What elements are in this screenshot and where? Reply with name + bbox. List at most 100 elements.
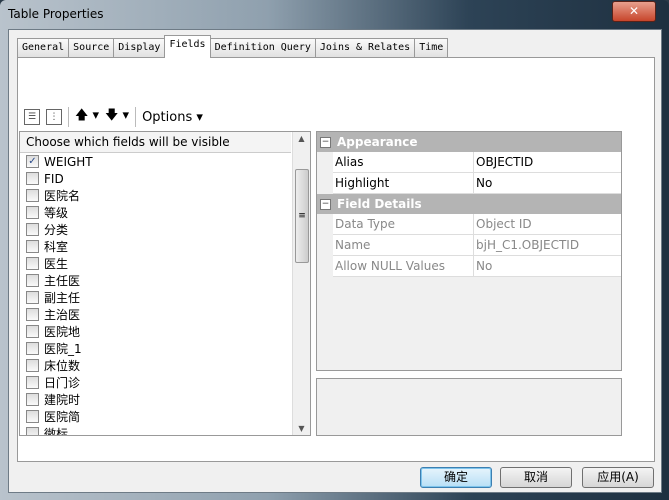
field-label: 等级 (44, 206, 69, 220)
list-header: Choose which fields will be visible (20, 132, 291, 153)
field-checkbox[interactable] (26, 342, 39, 355)
alias-value[interactable]: OBJECTID (474, 152, 533, 172)
hide-all-fields-icon[interactable]: ⋮ (46, 109, 62, 125)
field-label: 主任医 (44, 274, 81, 288)
property-row-data-type: Data Type Object ID (333, 214, 621, 235)
fields-list: Choose which fields will be visible ✓ WEI… (19, 131, 311, 436)
highlight-value[interactable]: No (474, 173, 492, 193)
field-checkbox[interactable] (26, 325, 39, 338)
dialog-window: Table Properties ✕ General Source Displa… (0, 0, 669, 500)
field-label: 建院时 (44, 393, 81, 407)
field-checkbox[interactable] (26, 257, 39, 270)
field-label: 主治医 (44, 308, 81, 322)
field-checkbox[interactable] (26, 206, 39, 219)
field-label: 医院名 (44, 189, 81, 203)
options-button[interactable]: Options ▾ (142, 110, 203, 125)
field-list-item[interactable]: 医院简 (20, 408, 310, 425)
field-list-item[interactable]: 床位数 (20, 357, 310, 374)
field-list-item[interactable]: 建院时 (20, 391, 310, 408)
property-key: Name (333, 235, 474, 255)
scroll-thumb[interactable]: ≡ (295, 169, 309, 263)
property-row-name: Name bjH_C1.OBJECTID (333, 235, 621, 256)
field-checkbox[interactable] (26, 291, 39, 304)
dialog-body: General Source Display Fields Definition… (8, 29, 662, 493)
tab-fields[interactable]: Fields (164, 35, 211, 58)
field-label: 床位数 (44, 359, 81, 373)
field-list-item[interactable]: ✓ WEIGHT (20, 153, 310, 170)
scrollbar[interactable]: ▲ ≡ ▼ (292, 132, 310, 435)
tab-display[interactable]: Display (113, 38, 166, 58)
field-list-item[interactable]: 医生 (20, 255, 310, 272)
field-label: 医院地 (44, 325, 81, 339)
scroll-up-icon[interactable]: ▲ (293, 134, 310, 143)
window-title: Table Properties (8, 7, 104, 21)
field-list-item[interactable]: 主治医 (20, 306, 310, 323)
field-label: 日门诊 (44, 376, 81, 390)
close-button[interactable]: ✕ (612, 1, 656, 22)
cancel-button[interactable]: 取消 (500, 467, 572, 488)
move-down-button[interactable]: 🡇 ▾ (105, 106, 129, 128)
category-field-details[interactable]: − Field Details (317, 194, 621, 214)
category-title: Field Details (337, 197, 422, 211)
category-title: Appearance (337, 135, 418, 149)
category-appearance[interactable]: − Appearance (317, 132, 621, 152)
ok-button[interactable]: 确定 (420, 467, 492, 488)
field-checkbox[interactable] (26, 410, 39, 423)
tab-general[interactable]: General (17, 38, 70, 58)
tab-time[interactable]: Time (414, 38, 449, 58)
field-list-item[interactable]: 副主任 (20, 289, 310, 306)
field-list-item[interactable]: FID (20, 170, 310, 187)
property-value: bjH_C1.OBJECTID (476, 238, 580, 252)
property-row-alias[interactable]: Alias OBJECTID (333, 152, 621, 173)
property-key: Highlight (333, 173, 474, 193)
apply-button[interactable]: 应用(A) (582, 467, 654, 488)
field-checkbox[interactable] (26, 427, 39, 435)
tab-definition-query[interactable]: Definition Query (209, 38, 316, 58)
move-up-button[interactable]: 🡅 ▾ (75, 106, 99, 128)
field-label: 医院简 (44, 410, 81, 424)
field-label: 科室 (44, 240, 69, 254)
field-list-item[interactable]: 微标 (20, 425, 310, 436)
field-label: WEIGHT (44, 154, 93, 169)
property-key: Alias (333, 152, 474, 172)
field-checkbox[interactable] (26, 393, 39, 406)
field-list-item[interactable]: 等级 (20, 204, 310, 221)
property-row-allow-null: Allow NULL Values No (333, 256, 621, 277)
description-panel (316, 378, 622, 436)
show-all-fields-icon[interactable]: ☰ (24, 109, 40, 125)
tab-joins-relates[interactable]: Joins & Relates (314, 38, 416, 58)
scroll-down-icon[interactable]: ▼ (293, 424, 310, 433)
field-label: 分类 (44, 223, 69, 237)
field-list-item[interactable]: 医院_1 (20, 340, 310, 357)
field-label: 微标 (44, 427, 69, 436)
field-label: FID (44, 171, 64, 186)
property-row-highlight[interactable]: Highlight No (333, 173, 621, 194)
field-checkbox[interactable] (26, 359, 39, 372)
separator (135, 107, 137, 127)
fields-page: ☰ ⋮ 🡅 ▾ 🡇 ▾ Options ▾ Choose which field… (17, 57, 655, 462)
collapse-icon[interactable]: − (320, 198, 331, 210)
field-list-item[interactable]: 分类 (20, 221, 310, 238)
toolbar: ☰ ⋮ 🡅 ▾ 🡇 ▾ Options ▾ (24, 106, 203, 128)
field-checkbox[interactable]: ✓ (26, 155, 39, 168)
separator (68, 107, 69, 127)
tab-bar: General Source Display Fields Definition… (17, 35, 449, 58)
field-list-item[interactable]: 医院名 (20, 187, 310, 204)
field-checkbox[interactable] (26, 189, 39, 202)
property-key: Allow NULL Values (333, 256, 474, 276)
field-checkbox[interactable] (26, 308, 39, 321)
property-value: No (476, 259, 493, 273)
field-label: 副主任 (44, 291, 81, 305)
field-label: 医生 (44, 257, 69, 271)
field-checkbox[interactable] (26, 172, 39, 185)
field-checkbox[interactable] (26, 274, 39, 287)
field-list-item[interactable]: 医院地 (20, 323, 310, 340)
field-checkbox[interactable] (26, 223, 39, 236)
field-checkbox[interactable] (26, 376, 39, 389)
field-list-item[interactable]: 主任医 (20, 272, 310, 289)
field-list-item[interactable]: 日门诊 (20, 374, 310, 391)
tab-source[interactable]: Source (68, 38, 115, 58)
field-checkbox[interactable] (26, 240, 39, 253)
collapse-icon[interactable]: − (320, 136, 331, 148)
field-list-item[interactable]: 科室 (20, 238, 310, 255)
